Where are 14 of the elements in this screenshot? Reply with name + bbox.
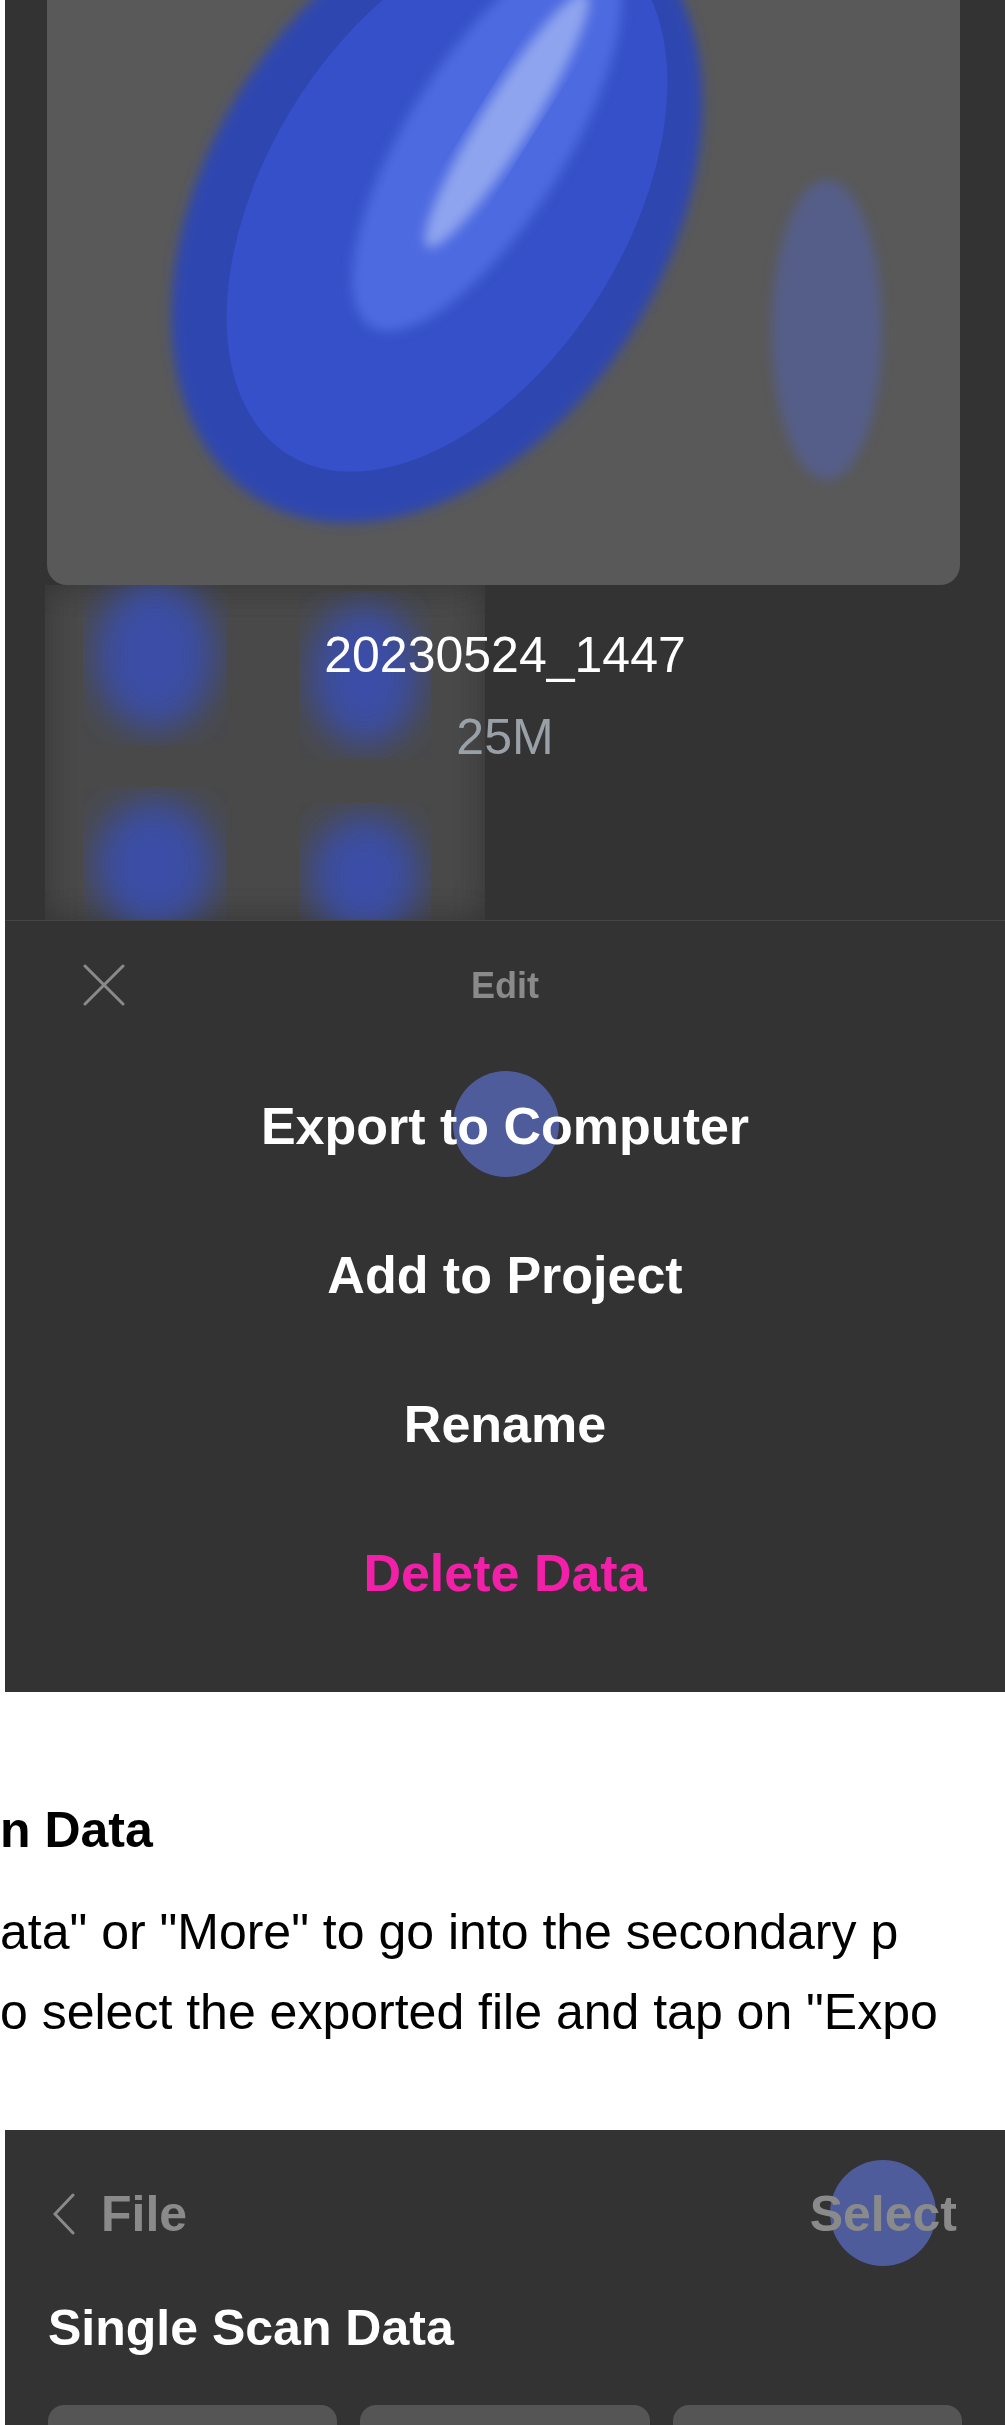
menu-item[interactable]: Rename bbox=[403, 1349, 607, 1498]
body-text: ata" or "More" to go into the secondary p bbox=[0, 1903, 900, 1962]
section-heading: n Data bbox=[0, 1801, 154, 1860]
scan-card[interactable] bbox=[360, 2405, 650, 2425]
scan-card[interactable] bbox=[48, 2405, 338, 2425]
close-icon[interactable] bbox=[83, 964, 125, 1006]
scan-card[interactable] bbox=[672, 2405, 962, 2425]
file-size: 25M bbox=[456, 708, 554, 767]
menu-item[interactable]: Add to Project bbox=[327, 1200, 683, 1349]
chevron-left-icon bbox=[53, 2193, 75, 2235]
sheet-title: Edit bbox=[471, 964, 539, 1008]
section-title: Single Scan Data bbox=[47, 2299, 455, 2358]
body-text: o select the exported file and tap on "Expo bbox=[0, 1983, 939, 2042]
back-button[interactable]: File bbox=[53, 2176, 188, 2252]
